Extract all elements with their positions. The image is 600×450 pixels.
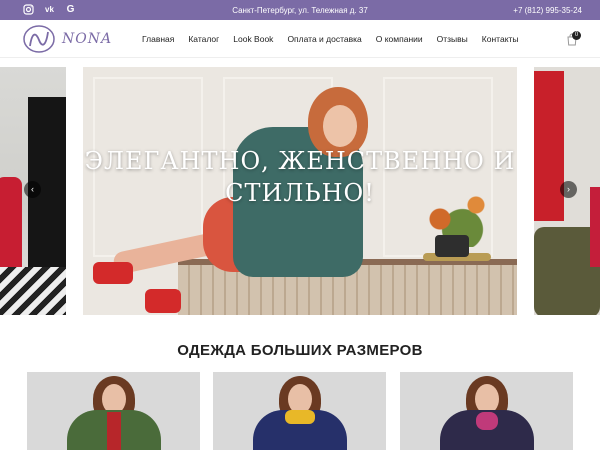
logo-text: NONA — [62, 31, 113, 47]
logo[interactable]: NONA — [22, 24, 112, 54]
chevron-left-icon: ‹ — [31, 184, 34, 194]
vase — [435, 235, 469, 257]
slider-prev-button[interactable]: ‹ — [24, 181, 41, 198]
slide-heading: ЭЛЕГАНТНО, ЖЕНСТВЕННО И СТИЛЬНО! — [84, 147, 516, 207]
product-photo-scarf — [107, 412, 121, 450]
nav-item-about[interactable]: О компании — [376, 34, 423, 44]
model-face — [323, 105, 357, 147]
nav-item-contacts[interactable]: Контакты — [482, 34, 519, 44]
nav-item-payment-delivery[interactable]: Оплата и доставка — [287, 34, 361, 44]
slide-photo-rug — [0, 267, 66, 315]
hero-slider: ЭЛЕГАНТНО, ЖЕНСТВЕННО И СТИЛЬНО! ‹ › — [0, 67, 600, 315]
product-card[interactable] — [27, 372, 200, 450]
nav-item-reviews[interactable]: Отзывы — [437, 34, 468, 44]
phone-link[interactable]: +7 (812) 995-35-24 — [513, 6, 582, 15]
slide-photo-red-coat — [590, 187, 600, 267]
main-nav: Главная Каталог Look Book Оплата и доста… — [142, 34, 533, 44]
section-heading: ОДЕЖДА БОЛЬШИХ РАЗМЕРОВ — [177, 342, 423, 359]
product-photo-hood-lining — [285, 410, 315, 424]
logo-mark-icon — [23, 25, 55, 53]
model-boot — [145, 289, 181, 313]
product-grid — [27, 372, 573, 450]
chevron-right-icon: › — [567, 184, 570, 194]
top-info-bar: vk G Санкт-Петербург, ул. Тележная д. 37… — [0, 0, 600, 20]
model-boot — [93, 262, 133, 284]
nav-item-home[interactable]: Главная — [142, 34, 174, 44]
store-address: Санкт-Петербург, ул. Тележная д. 37 — [232, 6, 368, 15]
cart-count-badge: 0 — [572, 31, 581, 40]
slide-current[interactable]: ЭЛЕГАНТНО, ЖЕНСТВЕННО И СТИЛЬНО! — [83, 67, 517, 315]
site-header: NONA Главная Каталог Look Book Оплата и … — [0, 20, 600, 58]
product-photo-scarf — [476, 412, 498, 430]
product-card[interactable] — [213, 372, 386, 450]
nav-item-catalog[interactable]: Каталог — [188, 34, 219, 44]
slider-next-button[interactable]: › — [560, 181, 577, 198]
product-card[interactable] — [400, 372, 573, 450]
slide-photo-red-cabinet — [534, 71, 564, 221]
nav-item-lookbook[interactable]: Look Book — [233, 34, 273, 44]
